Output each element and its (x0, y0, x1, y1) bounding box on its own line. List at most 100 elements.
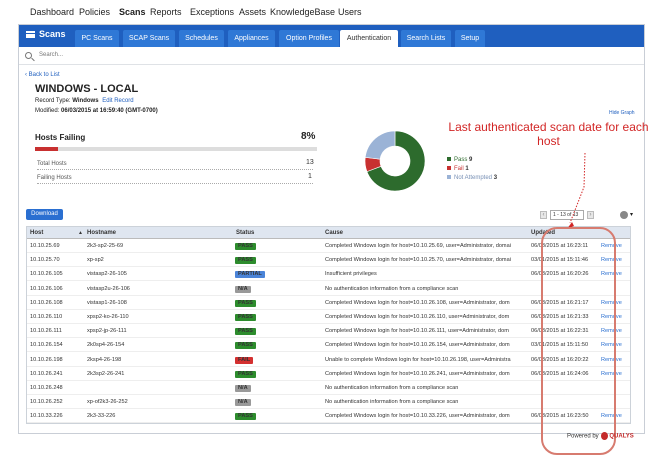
table-row: 10.10.33.226 2k3-33-226 PASS Completed Wind… (27, 409, 630, 424)
auth-status-donut-chart (364, 130, 426, 192)
gear-icon[interactable] (620, 211, 628, 219)
search-input[interactable]: Search... (39, 52, 63, 58)
hostname-cell: 2k3-sp2-25-69 (87, 243, 124, 249)
cause-cell: Completed Windows login for host=10.10.3… (325, 413, 510, 420)
top-navigation: Dashboard Policies Scans Reports Excepti… (0, 0, 660, 24)
legend-swatch-fail (447, 166, 451, 171)
cause-cell: Completed Windows login for host=10.10.2… (325, 257, 511, 264)
qualys-logo-icon (600, 432, 608, 440)
hostname-cell: xp-sp2 (87, 257, 104, 264)
col-host[interactable]: Host (30, 230, 43, 236)
status-badge: PASS (235, 413, 256, 421)
table-row: 10.10.26.154 2k0sp4-26-154 PASS Completed W… (27, 338, 630, 353)
legend-pass: Pass 9 (447, 157, 472, 163)
powered-by: Powered by QUALYS (567, 432, 634, 440)
host-cell: 10.10.26.252 (30, 399, 63, 406)
back-to-list-link[interactable]: ‹ Back to List (25, 72, 60, 78)
module-brand: Scans (26, 29, 66, 39)
status-badge: PASS (235, 243, 256, 250)
cause-cell: Completed Windows login for host=10.10.2… (325, 370, 510, 377)
tab-pc-scans[interactable]: PC Scans (75, 30, 119, 47)
tab-option-profiles[interactable]: Option Profiles (279, 30, 339, 47)
cause-cell: No authentication information from a com… (325, 385, 459, 391)
hosts-failing-bar-fill (35, 147, 58, 151)
annotation-highlight-oval (541, 227, 616, 455)
record-type-row: Record Type: Windows Edit Record (35, 98, 134, 104)
annotation-callout: Last authenticated scan date for each ho… (448, 120, 649, 148)
nav-dashboard[interactable]: Dashboard (30, 7, 74, 17)
host-cell: 10.10.26.110 (30, 314, 63, 320)
col-hostname[interactable]: Hostname (87, 230, 116, 236)
status-badge: PASS (235, 342, 256, 350)
host-cell: 10.10.33.226 (30, 413, 63, 420)
cause-cell: Completed Windows login for host=10.10.2… (325, 342, 510, 349)
chevron-down-icon[interactable]: ▾ (630, 211, 633, 218)
annotation-arrow (567, 152, 586, 229)
table-row: 10.10.26.108 vistasp1-26-108 PASS Completed… (27, 296, 630, 310)
status-badge: PARTIAL (235, 271, 265, 279)
nav-exceptions[interactable]: Exceptions (190, 7, 234, 17)
cause-cell: No authentication information from a com… (325, 285, 459, 292)
host-cell: 10.10.26.111 (30, 328, 62, 335)
nav-policies[interactable]: Policies (79, 7, 110, 17)
hostname-cell: xp-of2k3-26-252 (87, 399, 128, 406)
nav-scans[interactable]: Scans (119, 7, 146, 17)
nav-assets[interactable]: Assets (239, 7, 266, 17)
table-row: 10.10.26.111 xpsp2-jp-26-111 PASS Completed… (27, 324, 630, 339)
record-type-label: Record Type: (35, 98, 71, 104)
total-hosts-row: Total Hosts (37, 161, 313, 170)
scans-panel: Scans PC Scans SCAP Scans Schedules Appl… (18, 24, 649, 455)
status-badge: N/A (235, 399, 251, 407)
donut-slice-not-attempted (364, 130, 396, 160)
hostname-cell: xpsp2-ko-26-110 (87, 314, 129, 320)
status-badge: N/A (235, 385, 251, 392)
col-cause[interactable]: Cause (325, 230, 343, 236)
hosts-failing-bar (35, 147, 317, 151)
hostname-cell: 2k0sp4-26-154 (87, 342, 125, 349)
host-cell: 10.10.26.198 (30, 356, 63, 363)
hostname-cell: vistasp2-26-105 (87, 271, 127, 278)
cause-cell: Unable to complete Windows login for hos… (325, 356, 511, 363)
table-row: 10.10.26.106 vistasp2u-26-106 N/A No authen… (27, 282, 630, 296)
tab-scap-scans[interactable]: SCAP Scans (123, 30, 175, 47)
tab-authentication[interactable]: Authentication (340, 30, 398, 47)
cause-cell: No authentication information from a com… (325, 399, 459, 406)
record-type-value: Windows (72, 98, 99, 104)
nav-reports[interactable]: Reports (150, 7, 182, 17)
tab-appliances[interactable]: Appliances (228, 30, 275, 47)
search-bar: Search... (19, 47, 644, 65)
tab-schedules[interactable]: Schedules (179, 30, 224, 47)
tab-search-lists[interactable]: Search Lists (401, 30, 451, 47)
status-badge: PASS (235, 328, 256, 336)
hostname-cell: vistasp1-26-108 (87, 299, 127, 306)
host-cell: 10.10.26.248 (30, 385, 63, 391)
sort-up-icon[interactable]: ▲ (78, 230, 83, 236)
cause-cell: Completed Windows login for host=10.10.2… (325, 314, 510, 320)
status-badge: PASS (235, 257, 256, 265)
hosts-failing-title: Hosts Failing (35, 133, 86, 142)
table-row: 10.10.26.198 2ksp4-26-198 FAIL Unable to co… (27, 353, 630, 367)
total-hosts-value: 13 (306, 159, 314, 166)
table-header: Host Hostname ▲ Status Cause Updated (27, 227, 630, 239)
cause-cell: Completed Windows login for host=10.10.2… (325, 299, 510, 306)
hide-graph-link[interactable]: Hide Graph (609, 110, 635, 116)
list-icon (26, 31, 35, 39)
edit-record-link[interactable]: Edit Record (102, 98, 133, 104)
status-badge: PASS (235, 314, 256, 321)
legend-swatch-not-attempted (447, 175, 451, 180)
search-icon[interactable] (25, 52, 32, 59)
nav-knowledgebase[interactable]: KnowledgeBase (270, 7, 335, 17)
status-badge: FAIL (235, 356, 254, 364)
tab-setup[interactable]: Setup (455, 30, 485, 47)
modified-label: Modified: (35, 108, 60, 114)
host-cell: 10.10.26.106 (30, 285, 63, 292)
host-cell: 10.10.25.70 (30, 257, 60, 264)
nav-users[interactable]: Users (338, 7, 362, 17)
modified-row: Modified: 06/03/2015 at 16:59:40 (GMT-07… (35, 108, 158, 114)
host-cell: 10.10.26.105 (30, 271, 63, 278)
col-status[interactable]: Status (236, 230, 254, 236)
pager-prev-button[interactable]: ‹ (540, 211, 547, 219)
table-row: 10.10.26.105 vistasp2-26-105 PARTIAL Insuff… (27, 267, 630, 282)
download-button[interactable]: Download (26, 209, 63, 220)
hostname-cell: xpsp2-jp-26-111 (87, 328, 127, 335)
